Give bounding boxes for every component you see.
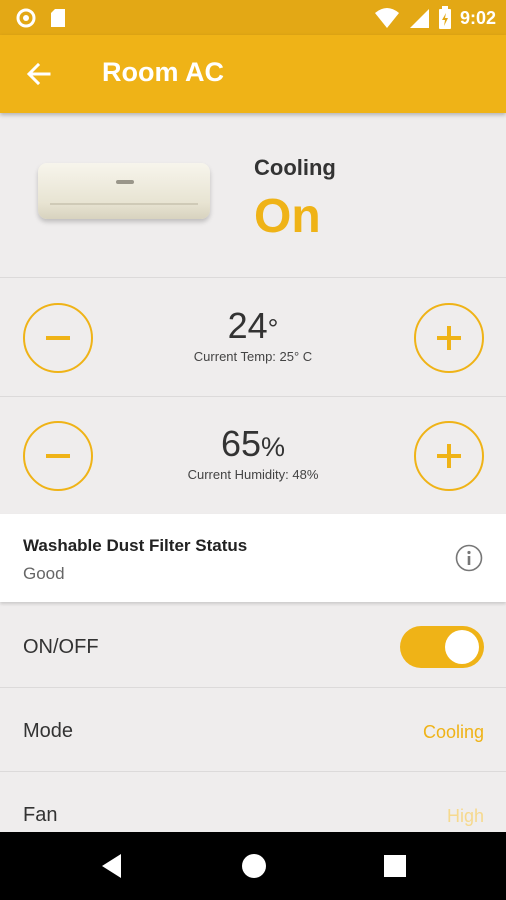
power-toggle-switch[interactable] bbox=[400, 626, 484, 668]
square-recents-icon bbox=[384, 855, 406, 877]
nav-back-button[interactable] bbox=[99, 851, 129, 881]
increase-temperature-button[interactable] bbox=[414, 303, 484, 373]
info-icon bbox=[455, 544, 483, 572]
triangle-back-icon bbox=[102, 854, 121, 878]
filter-status-title: Washable Dust Filter Status bbox=[23, 536, 248, 555]
page-title: Room AC bbox=[102, 57, 224, 87]
power-state-label: On bbox=[254, 190, 321, 243]
temperature-unit: ° bbox=[267, 314, 279, 344]
power-toggle-row: ON/OFF bbox=[0, 604, 506, 688]
filter-status-value: Good bbox=[23, 564, 65, 583]
fan-label: Fan bbox=[23, 804, 58, 826]
mode-value: Cooling bbox=[422, 722, 484, 742]
sd-card-icon bbox=[51, 9, 65, 27]
humidity-control: 65% Current Humidity: 48% bbox=[0, 397, 506, 515]
circle-home-icon bbox=[242, 854, 266, 878]
humidity-unit: % bbox=[261, 432, 286, 462]
filter-status-card: Washable Dust Filter Status Good bbox=[0, 514, 506, 602]
app-bar: Room AC bbox=[0, 35, 506, 113]
brand-logo bbox=[116, 180, 134, 184]
mode-setting-row[interactable]: Mode Cooling bbox=[0, 688, 506, 772]
nav-home-button[interactable] bbox=[239, 851, 269, 881]
power-toggle-label: ON/OFF bbox=[23, 636, 99, 658]
circle-notification-icon bbox=[16, 8, 36, 28]
temperature-value: 24 bbox=[227, 305, 268, 346]
status-time: 9:02 bbox=[459, 7, 496, 28]
plus-icon bbox=[437, 326, 461, 350]
ac-vent bbox=[50, 203, 198, 205]
signal-icon bbox=[409, 9, 429, 28]
nav-recents-button[interactable] bbox=[380, 851, 410, 881]
device-status-panel: Cooling On bbox=[0, 113, 506, 278]
arrow-left-icon bbox=[26, 62, 51, 86]
status-bar: 9:02 bbox=[0, 0, 506, 35]
humidity-value: 65 bbox=[220, 423, 262, 464]
fan-value: High bbox=[446, 806, 484, 826]
temperature-control: 24° Current Temp: 25° C bbox=[0, 279, 506, 397]
toggle-knob bbox=[445, 630, 479, 664]
mode-label: Mode bbox=[23, 720, 74, 742]
plus-icon bbox=[437, 444, 461, 468]
current-mode-label: Cooling bbox=[254, 155, 336, 180]
increase-humidity-button[interactable] bbox=[414, 421, 484, 491]
navigation-bar bbox=[0, 832, 506, 900]
air-conditioner-image bbox=[38, 163, 210, 219]
wifi-icon bbox=[374, 8, 399, 28]
battery-charging-icon bbox=[438, 6, 451, 29]
filter-info-button[interactable] bbox=[455, 544, 483, 572]
back-button[interactable] bbox=[22, 57, 56, 91]
